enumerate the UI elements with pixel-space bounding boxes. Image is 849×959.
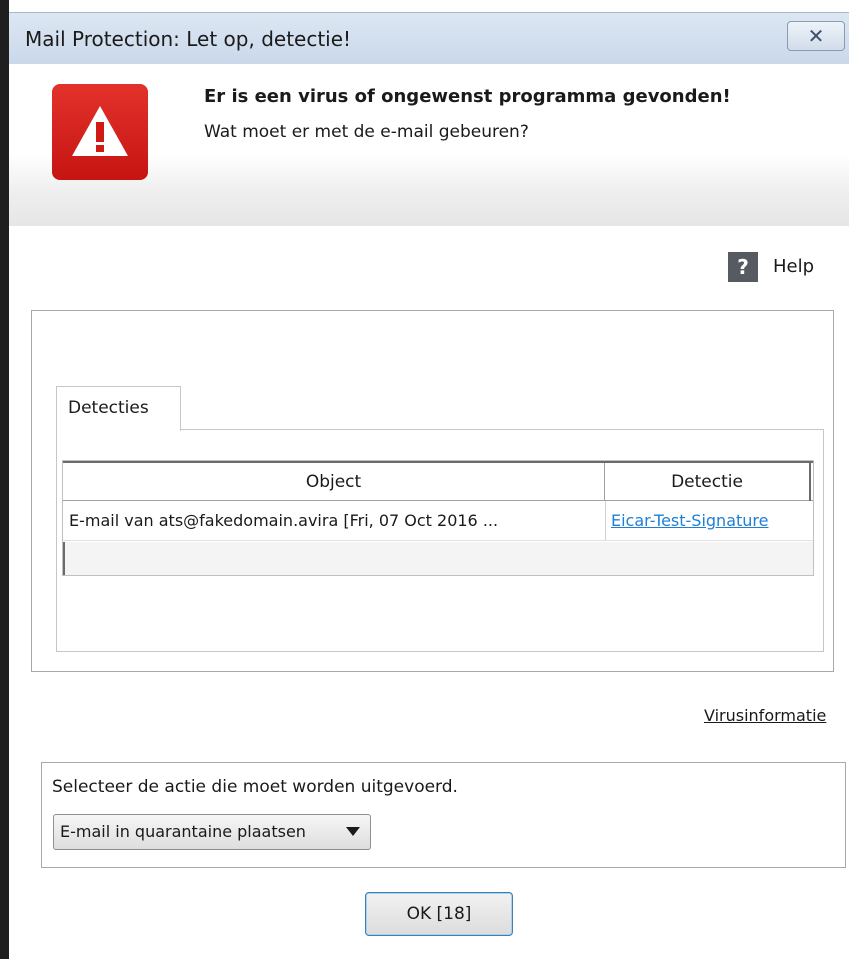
detection-link[interactable]: Eicar-Test-Signature: [605, 501, 813, 541]
tab-detecties-label: Detecties: [68, 398, 149, 418]
action-label: Selecteer de actie die moet worden uitge…: [52, 777, 458, 797]
detections-group: Detecties Object Detectie E-mail van ats…: [31, 310, 834, 672]
help-icon[interactable]: ?: [728, 252, 758, 282]
close-button[interactable]: ✕: [787, 21, 845, 51]
title-bar[interactable]: Mail Protection: Let op, detectie! ✕: [9, 12, 849, 64]
close-icon: ✕: [807, 24, 825, 48]
window-title: Mail Protection: Let op, detectie!: [25, 27, 352, 51]
detections-table: Object Detectie E-mail van ats@fakedomai…: [62, 460, 814, 576]
object-cell[interactable]: E-mail van ats@fakedomain.avira [Fri, 07…: [69, 501, 603, 541]
table-empty-row: [63, 542, 813, 575]
alert-header: Er is een virus of ongewenst programma g…: [9, 64, 849, 226]
virus-info-link[interactable]: Virusinformatie: [704, 706, 826, 725]
warning-triangle-icon: [72, 106, 128, 156]
alert-question: Wat moet er met de e-mail gebeuren?: [204, 122, 529, 142]
action-select-value: E-mail in quarantaine plaatsen: [60, 822, 306, 841]
alert-window: Mail Protection: Let op, detectie! ✕ Er …: [0, 0, 849, 959]
tab-detecties[interactable]: Detecties: [56, 386, 181, 431]
table-row[interactable]: E-mail van ats@fakedomain.avira [Fri, 07…: [63, 501, 813, 541]
column-header-detectie[interactable]: Detectie: [605, 463, 811, 501]
detections-panel: Object Detectie E-mail van ats@fakedomai…: [56, 429, 824, 652]
action-group: Selecteer de actie die moet worden uitge…: [41, 762, 846, 868]
help-label[interactable]: Help: [773, 256, 814, 277]
alert-heading: Er is een virus of ongewenst programma g…: [204, 86, 731, 107]
table-header: Object Detectie: [63, 461, 813, 501]
ok-button[interactable]: OK [18]: [365, 892, 513, 936]
action-select[interactable]: E-mail in quarantaine plaatsen: [53, 814, 371, 850]
column-header-object[interactable]: Object: [63, 463, 605, 501]
warning-tile: [52, 84, 148, 180]
chevron-down-icon: [346, 827, 360, 836]
